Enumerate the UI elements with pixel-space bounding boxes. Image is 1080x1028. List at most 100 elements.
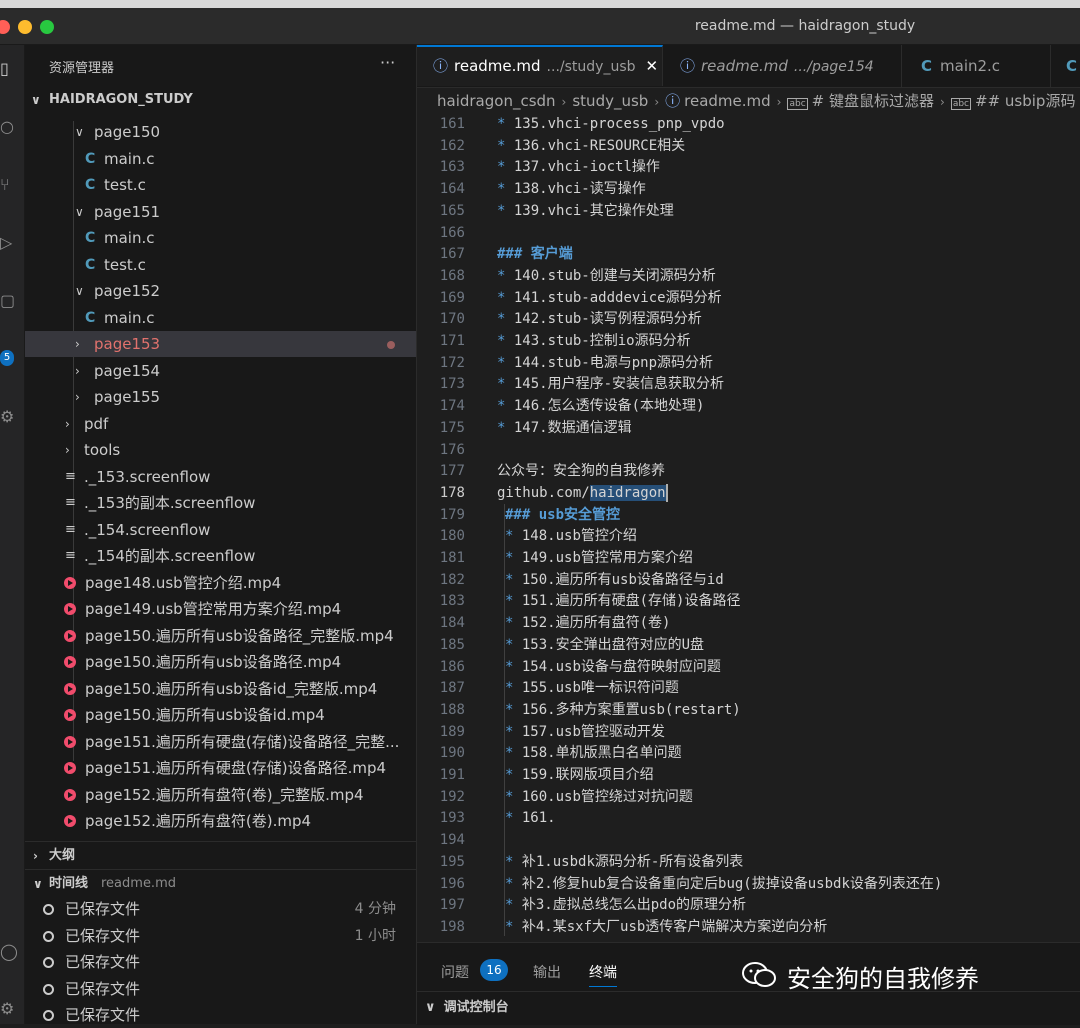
account-icon[interactable]: ◯ xyxy=(0,940,24,964)
close-icon[interactable]: ✕ xyxy=(646,57,659,75)
file-lines-icon: ≡ xyxy=(65,521,76,537)
tree-item[interactable]: ≡ ._154.screenflow xyxy=(25,517,416,543)
line-content: * 151.遍历所有硬盘(存储)设备路径 xyxy=(505,591,740,613)
tree-item[interactable]: ≡ ._154的副本.screenflow xyxy=(25,543,416,569)
tree-item[interactable]: › page153 xyxy=(25,331,416,357)
tree-item[interactable]: Cmain.c xyxy=(25,305,416,331)
tab-overflow[interactable]: C xyxy=(1052,45,1080,87)
tab-main2-c[interactable]: Cmain2.c xyxy=(903,45,1051,87)
tree-item-label: page150 xyxy=(94,123,161,141)
code-line: 172 * 144.stub-电源与pnp源码分析 xyxy=(417,353,1080,375)
line-number: 167 xyxy=(439,246,465,263)
code-editor[interactable]: 161 * 135.vhci-process_pnp_vpdo 162 * 136.v… xyxy=(417,114,1080,942)
tree-item[interactable]: page152.遍历所有盘符(卷)_完整版.mp4 xyxy=(25,782,416,808)
extensions-icon[interactable]: ▢ xyxy=(0,289,24,313)
line-number: 164 xyxy=(439,181,465,198)
line-number: 192 xyxy=(439,788,465,805)
tab-problems[interactable]: 问题 xyxy=(441,962,469,982)
explorer-icon[interactable]: ▯ xyxy=(0,57,24,81)
workspace-root-label: HAIDRAGON_STUDY xyxy=(49,92,193,107)
timeline-entry-time: 4 分钟 xyxy=(354,901,396,917)
tree-item[interactable]: › page155 xyxy=(25,384,416,410)
tree-item[interactable]: ≡ ._153.screenflow xyxy=(25,464,416,490)
timeline-entry-label: 已保存文件 xyxy=(65,979,141,998)
tree-item-label: tools xyxy=(84,441,121,459)
line-number: 197 xyxy=(439,897,465,914)
timeline-entry[interactable]: 已保存文件 xyxy=(25,976,416,1002)
timeline-entry[interactable]: 已保存文件 1 小时 xyxy=(25,923,416,949)
timeline-entry[interactable]: 已保存文件 xyxy=(25,1002,416,1028)
tree-item[interactable]: ≡ ._153的副本.screenflow xyxy=(25,490,416,516)
tree-item-label: ._153.screenflow xyxy=(84,467,211,486)
gear-icon[interactable]: ⚙ xyxy=(0,997,24,1021)
timeline-entry-label: 已保存文件 xyxy=(65,1006,141,1024)
tree-item[interactable]: Cmain.c xyxy=(25,146,416,172)
tab-label: readme.md xyxy=(701,57,788,75)
timeline-entry[interactable]: 已保存文件 xyxy=(25,949,416,975)
timeline-file: readme.md xyxy=(101,876,176,891)
line-number: 196 xyxy=(439,875,465,892)
tree-item[interactable]: Ctest.c xyxy=(25,172,416,198)
tree-item[interactable]: page148.usb管控介绍.mp4 xyxy=(25,570,416,596)
tree-item[interactable]: page150.遍历所有usb设备路径_完整版.mp4 xyxy=(25,623,416,649)
breadcrumb-item[interactable]: # 键盘鼠标过滤器 xyxy=(812,92,934,110)
info-icon: ⓘ xyxy=(433,57,449,75)
tree-item[interactable]: page150.遍历所有usb设备id.mp4 xyxy=(25,702,416,728)
search-icon[interactable]: ○ xyxy=(0,115,24,139)
timeline-section[interactable]: ∨ 时间线 readme.md xyxy=(25,869,416,898)
tab-terminal[interactable]: 终端 xyxy=(589,962,617,987)
tree-item[interactable]: page150.遍历所有usb设备路径.mp4 xyxy=(25,649,416,675)
tree-item[interactable]: Ctest.c xyxy=(25,252,416,278)
tree-item[interactable]: › pdf xyxy=(25,411,416,437)
line-text: 159.联网版项目介绍 xyxy=(513,767,654,783)
breadcrumb-item[interactable]: ## usbip源码 xyxy=(975,92,1075,110)
tree-item[interactable]: page149.usb管控常用方案介绍.mp4 xyxy=(25,596,416,622)
line-content: * 161. xyxy=(505,808,556,830)
workspace-root[interactable]: ∨ HAIDRAGON_STUDY xyxy=(25,87,416,113)
c-file-icon: C xyxy=(1066,57,1078,75)
chevron-right-icon: › xyxy=(65,443,70,457)
tree-item[interactable]: page151.遍历所有硬盘(存储)设备路径.mp4 xyxy=(25,755,416,781)
tree-item[interactable]: page151.遍历所有硬盘(存储)设备路径_完整... xyxy=(25,729,416,755)
tab-readme-study-usb[interactable]: ⓘ readme.md .../study_usb ✕ xyxy=(417,45,663,86)
source-control-icon[interactable]: ⑂ xyxy=(0,173,24,197)
breadcrumb-item[interactable]: readme.md xyxy=(684,92,771,110)
debug-console-section[interactable]: ∨ 调试控制台 xyxy=(417,991,1080,1023)
code-line: 179 ### usb安全管控 xyxy=(417,505,1080,527)
tree-item[interactable]: page152.遍历所有盘符(卷).mp4 xyxy=(25,808,416,834)
more-actions-icon[interactable]: ··· xyxy=(380,53,395,72)
timeline-label: 时间线 xyxy=(49,876,89,891)
tree-item[interactable]: ∨ page151 xyxy=(25,199,416,225)
tree-item[interactable]: › page154 xyxy=(25,358,416,384)
timeline-entry[interactable]: 已保存文件 4 分钟 xyxy=(25,896,416,922)
line-number: 183 xyxy=(439,593,465,610)
breadcrumb-item[interactable]: study_usb xyxy=(572,92,648,110)
breadcrumb-item[interactable]: haidragon_csdn xyxy=(437,92,556,110)
tree-item[interactable]: ∨ page152 xyxy=(25,278,416,304)
video-file-icon xyxy=(64,788,76,801)
tree-item[interactable]: › tools xyxy=(25,437,416,463)
chevron-right-icon: › xyxy=(561,95,567,109)
tab-output[interactable]: 输出 xyxy=(533,962,561,982)
tab-readme-page154[interactable]: ⓘ readme.md .../page154 xyxy=(664,45,902,87)
line-text: 156.多种方案重置usb(restart) xyxy=(513,701,741,718)
file-lines-icon: ≡ xyxy=(65,468,76,484)
outline-section[interactable]: › 大纲 xyxy=(25,841,416,870)
explorer-sidebar: 资源管理器 ··· ∨ HAIDRAGON_STUDY ∨ page150 Cmai… xyxy=(25,45,417,1024)
tree-item[interactable]: page150.遍历所有usb设备id_完整版.mp4 xyxy=(25,676,416,702)
recycle-icon[interactable] xyxy=(0,351,24,375)
video-file-icon xyxy=(64,629,76,642)
code-line: 191 * 159.联网版项目介绍 xyxy=(417,765,1080,787)
editor-tabs: ⓘ readme.md .../study_usb ✕ ⓘ readme.md .../p… xyxy=(417,45,1080,88)
tree-item[interactable]: ∨ page150 xyxy=(25,119,416,145)
debug-console-label: 调试控制台 xyxy=(443,1000,509,1015)
line-number: 184 xyxy=(439,615,465,632)
tree-item-label: page152 xyxy=(94,282,161,300)
tab-description: .../page154 xyxy=(793,59,874,75)
video-file-icon xyxy=(64,735,76,748)
gear-outline-icon[interactable]: ⚙ xyxy=(0,405,24,429)
run-debug-icon[interactable]: ▷ xyxy=(0,231,24,255)
line-text: 146.怎么透传设备(本地处理) xyxy=(505,398,705,415)
code-line: 189 * 157.usb管控驱动开发 xyxy=(417,722,1080,744)
tree-item[interactable]: Cmain.c xyxy=(25,225,416,251)
